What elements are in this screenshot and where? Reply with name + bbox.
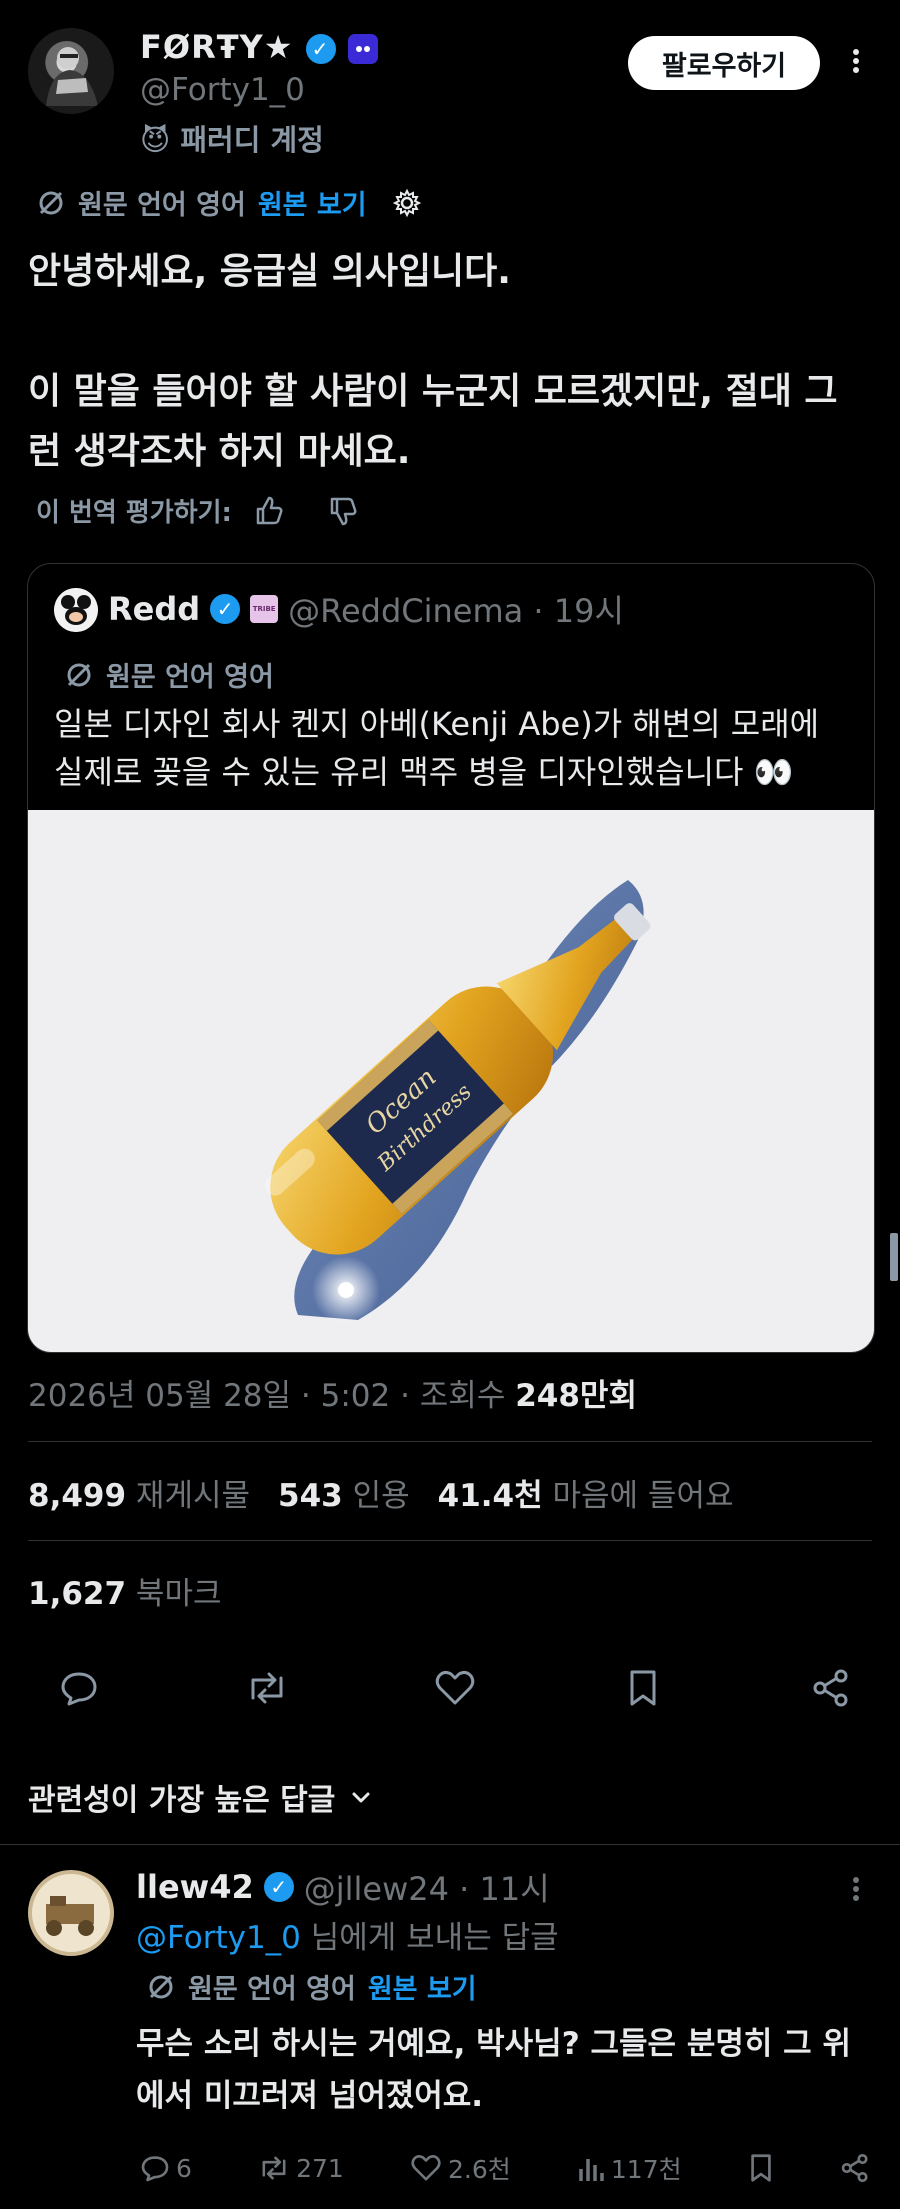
follow-button[interactable]: 팔로우하기 [628,36,820,90]
divider [28,1441,872,1442]
quotes-count: 543 [278,1478,343,1514]
share-icon [841,2153,868,2183]
reply-icon [141,2156,169,2182]
reposts-label: 재게시물 [135,1478,251,1514]
repost-icon [262,2156,286,2180]
reply-share-button[interactable] [840,2153,870,2183]
quotes-label: 인용 [352,1478,410,1514]
likes-count: 41.4천 [437,1478,543,1514]
repost-icon[interactable] [243,1664,291,1712]
rate-translation-label: 이 번역 평가하기: [36,498,232,528]
divider [0,1844,900,1845]
quoted-post-card[interactable]: Redd ✓ TRIBE @ReddCinema · 19시 원문 언어 영어 … [27,563,875,1353]
quoted-translation-note: 원문 언어 영어 [106,662,274,693]
affiliate-badge-icon [347,34,378,64]
author-handle[interactable]: @Forty1_0 [140,72,305,108]
settings-gear-icon[interactable] [391,187,423,219]
likes-label: 마음에 들어요 [552,1478,734,1514]
reply-reposts-count: 271 [296,2153,344,2183]
replying-to-handle[interactable]: @Forty1_0 [136,1920,301,1956]
reply-action-bar: 6 271 2.6천 117천 [140,2146,870,2190]
post-date[interactable]: 2026년 05월 28일 · 5:02 · 조회수 [28,1378,505,1414]
post-action-bar [55,1664,855,1712]
like-icon [411,2154,441,2181]
reply-translation-bar: 원문 언어 영어 원본 보기 [146,1967,477,2006]
thumbs-up-icon[interactable] [252,494,286,528]
reply-repost-button[interactable]: 271 [258,2153,344,2183]
author-display-name[interactable]: FØRŦY★ ✓ [140,28,378,66]
parody-mask-icon: 😈 [140,123,171,157]
parody-label-text: 패러디 계정 [180,123,324,157]
scrollbar-thumb[interactable] [890,1233,898,1281]
reply-likes-count: 2.6천 [447,2155,511,2184]
share-icon[interactable] [807,1664,855,1712]
likes-stat[interactable]: 41.4천 마음에 들어요 [438,1470,734,1515]
quoted-handle-time: @ReddCinema · 19시 [288,592,624,630]
like-icon[interactable] [431,1664,479,1712]
more-icon[interactable] [843,46,869,82]
reply-reply-button[interactable]: 6 [140,2153,192,2183]
reply-author-row: llew42 ✓ @jllew24 · 11시 [136,1864,550,1910]
verified-icon: ✓ [210,594,241,624]
verified-icon: ✓ [305,34,336,64]
reply-sort-dropdown[interactable]: 관련성이 가장 높은 답글 [28,1775,373,1819]
translate-icon [149,1975,173,1998]
reply-author-avatar[interactable] [28,1870,114,1956]
post-text: 안녕하세요, 응급실 의사입니다. 이 말을 들어야 할 사람이 누군지 모르겠… [28,251,838,472]
reply-view-original-link[interactable]: 원본 보기 [368,1967,477,2006]
engagement-stats: 8,499 재게시물 543 인용 41.4천 마음에 들어요 [28,1470,734,1515]
reply-handle-time: @jllew24 · 11시 [303,1870,550,1908]
view-original-link[interactable]: 원본 보기 [258,183,367,222]
verified-icon: ✓ [263,1872,294,1902]
divider [28,1540,872,1541]
bookmarks-label: 북마크 [135,1576,222,1612]
replying-to-suffix: 님에게 보내는 답글 [300,1920,559,1956]
translation-bar: 원문 언어 영어 원본 보기 [36,183,423,222]
reply-text: 무슨 소리 하시는 거예요, 박사님? 그들은 분명히 그 위에서 미끄러져 넘… [136,2026,852,2114]
quotes-stat[interactable]: 543 인용 [278,1470,410,1515]
bookmarks-stat: 1,627 북마크 [28,1568,221,1613]
sort-label: 관련성이 가장 높은 답글 [28,1783,336,1818]
reply-replies-count: 6 [176,2153,192,2183]
translation-note: 원문 언어 영어 [78,190,246,221]
reply-translation-note: 원문 언어 영어 [188,1974,356,2005]
reposts-stat[interactable]: 8,499 재게시물 [28,1470,250,1515]
translate-icon [39,191,63,214]
reply-views-count: 117천 [610,2155,682,2184]
bookmark-icon[interactable] [619,1664,667,1712]
translate-icon [67,663,91,686]
reply-icon[interactable] [55,1664,103,1712]
quoted-author-name[interactable]: Redd [108,590,200,628]
reposts-count: 8,499 [28,1478,127,1514]
thumbs-down-icon[interactable] [326,494,360,528]
bookmark-icon [751,2154,771,2182]
bookmarks-count: 1,627 [28,1576,127,1612]
chevron-down-icon [352,1792,370,1803]
parody-account-label: 😈 패러디 계정 [140,117,324,159]
author-name-text: FØRŦY★ [140,28,294,66]
affiliate-badge-icon: TRIBE [250,595,279,623]
replying-to-line: @Forty1_0 님에게 보내는 답글 [136,1912,559,1957]
rate-translation-row: 이 번역 평가하기: [36,492,360,529]
quoted-author-avatar[interactable] [54,588,98,632]
views-icon [579,2159,604,2181]
reply-like-button[interactable]: 2.6천 [410,2150,511,2186]
quoted-post-text: 일본 디자인 회사 켄지 아베(Kenji Abe)가 해변의 모래에 실제로 … [54,705,820,791]
affiliate-badge-text: TRIBE [252,605,276,613]
reply-author-name[interactable]: llew42 [136,1868,254,1906]
quoted-translation-bar: 원문 언어 영어 [64,655,274,694]
quoted-post-image[interactable]: Ocean Birthdress [28,810,874,1352]
reply-more-icon[interactable] [843,1874,869,1910]
author-avatar[interactable] [28,28,114,114]
quoted-author-row: Redd ✓ TRIBE @ReddCinema · 19시 [108,586,624,632]
post-views: 248만회 [515,1378,637,1414]
reply-views-button[interactable]: 117천 [577,2150,682,2186]
post-timestamp-views: 2026년 05월 28일 · 5:02 · 조회수 248만회 [28,1370,637,1415]
reply-bookmark-button[interactable] [748,2152,774,2184]
